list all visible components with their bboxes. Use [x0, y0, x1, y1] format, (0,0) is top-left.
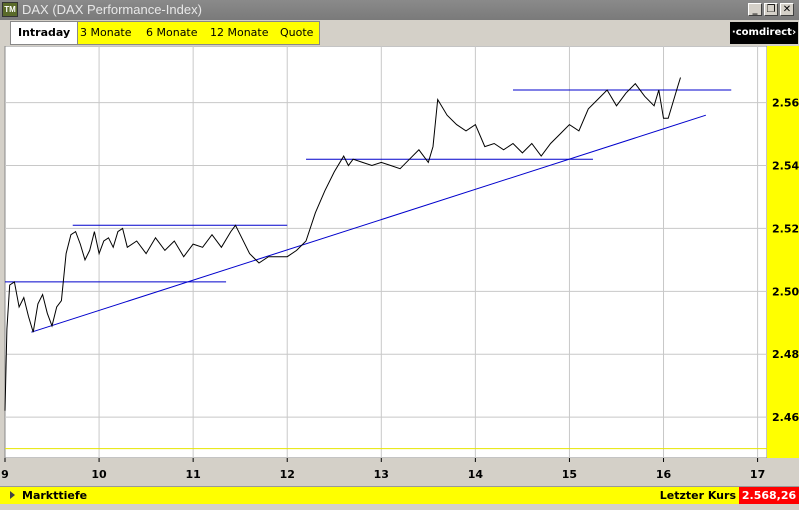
last-price-value: 2.568,26 [739, 487, 799, 505]
dax-intraday-chart: 2.460 2.480 2.500 2.520 2.540 2.560 9 10 11 12 13… [0, 45, 799, 486]
tab-quote[interactable]: Quote [280, 22, 313, 44]
y-tick-label: 2.460 [772, 411, 799, 424]
bottom-edge [0, 504, 799, 510]
tab-12-monate[interactable]: 12 Monate [210, 22, 269, 44]
close-button[interactable]: ✕ [780, 3, 794, 16]
tab-intraday[interactable]: Intraday [11, 22, 79, 44]
x-tick-label: 15 [562, 468, 577, 481]
x-tick-label: 13 [374, 468, 389, 481]
y-tick-label: 2.560 [772, 97, 799, 110]
toolbar: Intraday 3 Monate 6 Monate 12 Monate Quo… [0, 20, 799, 46]
chart-area: 2.460 2.480 2.500 2.520 2.540 2.560 9 10 11 12 13… [0, 45, 799, 486]
expand-arrow-icon[interactable] [10, 491, 15, 499]
y-tick-label: 2.520 [772, 222, 799, 235]
plot-background [4, 45, 768, 459]
app-icon: TM [2, 2, 18, 17]
x-axis-panel [0, 458, 799, 486]
minimize-button[interactable]: _ [748, 3, 762, 16]
x-tick-label: 14 [468, 468, 484, 481]
y-tick-label: 2.480 [772, 348, 799, 361]
restore-button[interactable]: ❐ [764, 3, 778, 16]
x-tick-label: 16 [656, 468, 672, 481]
last-price-label: Letzter Kurs [659, 489, 736, 502]
app-window: TM DAX (DAX Performance-Index) _ ❐ ✕ Int… [0, 0, 799, 510]
tab-6-monate[interactable]: 6 Monate [146, 22, 198, 44]
comdirect-logo: ·comdirect› [730, 22, 798, 44]
x-tick-label: 17 [750, 468, 765, 481]
y-tick-label: 2.540 [772, 160, 799, 173]
x-tick-label: 9 [1, 468, 9, 481]
x-tick-label: 10 [91, 468, 107, 481]
y-tick-label: 2.500 [772, 285, 799, 298]
x-tick-label: 12 [280, 468, 295, 481]
tab-3-monate[interactable]: 3 Monate [80, 22, 132, 44]
period-tabs: Intraday 3 Monate 6 Monate 12 Monate Quo… [10, 21, 320, 45]
window-title: DAX (DAX Performance-Index) [22, 2, 202, 17]
status-bar: Markttiefe Letzter Kurs 2.568,26 [0, 486, 799, 505]
title-bar: TM DAX (DAX Performance-Index) _ ❐ ✕ [0, 0, 799, 20]
x-tick-label: 11 [185, 468, 200, 481]
markttiefe-link[interactable]: Markttiefe [22, 488, 87, 504]
